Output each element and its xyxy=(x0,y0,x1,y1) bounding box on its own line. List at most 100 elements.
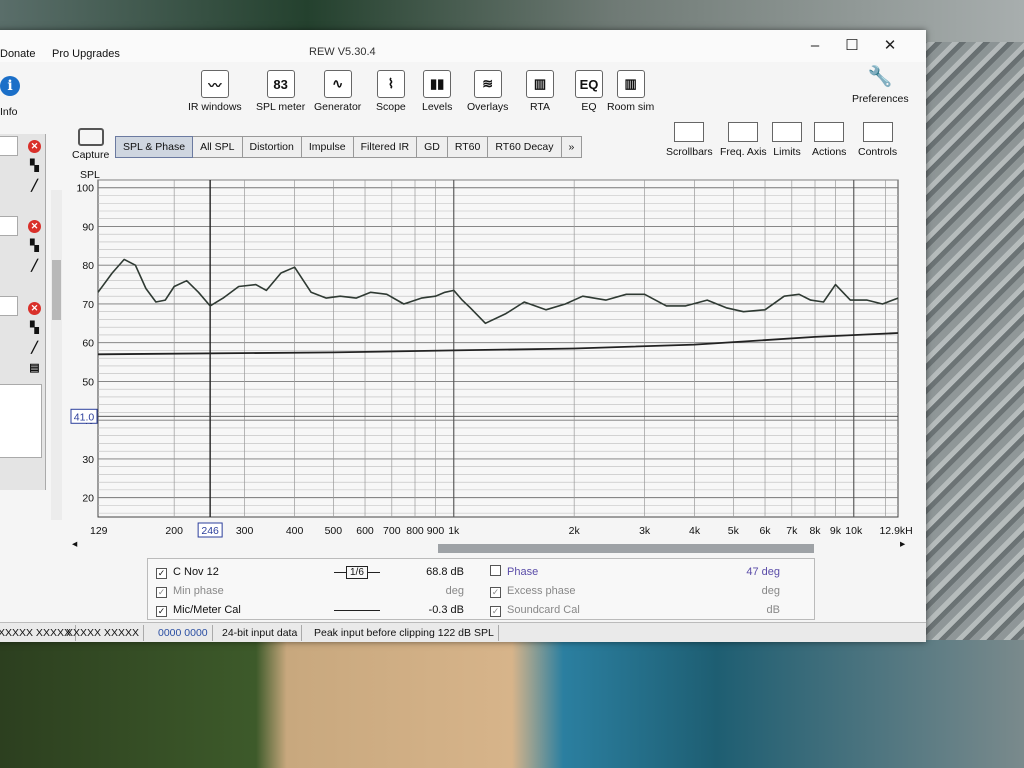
scroll-right-arrow[interactable]: ▸ xyxy=(900,538,906,550)
legend-row-phase: Phase 47 deg xyxy=(490,563,780,581)
smoothing-indicator[interactable]: 1/6 xyxy=(334,563,380,582)
x-tick-label: 800 xyxy=(406,525,424,537)
remove-measurement-icon[interactable]: ✕ xyxy=(28,140,41,153)
document-icon[interactable]: ▤ xyxy=(28,362,41,375)
y-tick-label: 50 xyxy=(82,376,94,388)
panel-scrollbar[interactable] xyxy=(51,190,62,520)
measurement-slot[interactable] xyxy=(0,136,18,156)
x-tick-label: 129 xyxy=(90,525,108,537)
scrollbars-label: Scrollbars xyxy=(666,146,713,158)
x-tick-label: 4k xyxy=(689,525,701,537)
edit-notes-icon[interactable]: ╱ xyxy=(28,260,41,273)
legend-value-soundcard-cal: dB xyxy=(766,604,780,616)
tab-rt60[interactable]: RT60 xyxy=(447,136,489,158)
close-button[interactable]: ✕ xyxy=(875,36,905,56)
frequency-scrollbar-thumb[interactable] xyxy=(438,544,814,553)
scope-label: Scope xyxy=(376,101,406,113)
legend-row-mic-meter-cal: ✓ Mic/Meter Cal -0.3 dB xyxy=(156,601,476,619)
tab-distortion[interactable]: Distortion xyxy=(242,136,302,158)
limits-button[interactable]: Limits xyxy=(772,122,802,158)
toolbar-spl-meter-button[interactable]: 83 SPL meter xyxy=(256,70,305,113)
actions-button[interactable]: Actions xyxy=(812,122,846,158)
edit-notes-icon[interactable]: ╱ xyxy=(28,342,41,355)
tab-spl-phase[interactable]: SPL & Phase xyxy=(115,136,194,158)
peak-input-status: Peak input before clipping 122 dB SPL xyxy=(310,625,499,641)
tab-rt60-decay[interactable]: RT60 Decay xyxy=(488,136,562,158)
room-sim-label: Room sim xyxy=(607,101,655,113)
measurement-slot[interactable] xyxy=(0,296,18,316)
y-tick-label: 70 xyxy=(82,299,94,311)
toolbar-room-sim-button[interactable]: ▥ Room sim xyxy=(607,70,654,113)
remove-measurement-icon[interactable]: ✕ xyxy=(28,220,41,233)
checkbox-excess-phase[interactable]: ✓ xyxy=(490,587,501,598)
spl-meter-label: SPL meter xyxy=(256,101,306,113)
remove-measurement-icon[interactable]: ✕ xyxy=(28,302,41,315)
x-tick-label: 200 xyxy=(165,525,183,537)
menu-pro-upgrades[interactable]: Pro Upgrades xyxy=(52,48,120,60)
tab-[interactable]: » xyxy=(561,136,583,158)
toolbar-scope-button[interactable]: ⌇ Scope xyxy=(376,70,406,113)
levels-label: Levels xyxy=(422,101,453,113)
preferences-button[interactable]: 🔧 Preferences xyxy=(852,64,909,105)
legend-value-mic-meter-cal: -0.3 dB xyxy=(428,604,464,616)
freq-axis-label: Freq. Axis xyxy=(720,146,767,158)
maximize-button[interactable]: ☐ xyxy=(837,36,867,56)
counter-readout: 0000 0000 xyxy=(154,625,213,641)
save-measurement-icon[interactable]: ▚ xyxy=(28,240,41,253)
capture-label: Capture xyxy=(72,149,110,161)
capture-button[interactable]: Capture xyxy=(72,128,109,161)
checkbox-c-nov-12[interactable]: ✓ xyxy=(156,568,167,579)
legend-label-min-phase: Min phase xyxy=(173,585,224,597)
freq-axis-button[interactable]: Freq. Axis xyxy=(720,122,767,158)
y-tick-label: 90 xyxy=(82,221,94,233)
legend-label-mic-meter-cal: Mic/Meter Cal xyxy=(173,604,241,616)
toolbar-eq-button[interactable]: EQ EQ xyxy=(575,70,603,113)
save-measurement-icon[interactable]: ▚ xyxy=(28,160,41,173)
toolbar-generator-button[interactable]: ∿ Generator xyxy=(314,70,361,113)
info-icon[interactable]: i xyxy=(0,76,20,96)
controls-button[interactable]: Controls xyxy=(858,122,897,158)
measurement-slot[interactable] xyxy=(0,216,18,236)
edit-notes-icon[interactable]: ╱ xyxy=(28,180,41,193)
limits-label: Limits xyxy=(773,146,801,158)
toolbar-ir-windows-button[interactable]: 〰 IR windows xyxy=(188,70,242,113)
checkbox-min-phase[interactable]: ✓ xyxy=(156,587,167,598)
checkbox-phase[interactable] xyxy=(490,565,501,576)
checkbox-mic-meter-cal[interactable]: ✓ xyxy=(156,606,167,617)
x-tick-label: 1k xyxy=(448,525,460,537)
cal-line-indicator xyxy=(334,610,380,611)
rta-icon: ▥ xyxy=(526,70,554,98)
menu-donate[interactable]: Donate xyxy=(0,48,35,60)
tab-impulse[interactable]: Impulse xyxy=(301,136,354,158)
preferences-label: Preferences xyxy=(852,93,909,105)
checkbox-soundcard-cal[interactable]: ✓ xyxy=(490,606,501,617)
legend-row-excess-phase: ✓ Excess phase deg xyxy=(490,582,780,600)
tab-filtered-ir[interactable]: Filtered IR xyxy=(353,136,418,158)
x-tick-label: 900 xyxy=(427,525,445,537)
scroll-left-arrow[interactable]: ◂ xyxy=(72,538,78,550)
scrollbar-thumb[interactable] xyxy=(52,260,61,320)
toolbar-rta-button[interactable]: ▥ RTA xyxy=(526,70,554,113)
toolbar-overlays-button[interactable]: ≋ Overlays xyxy=(467,70,508,113)
window-title: REW V5.30.4 xyxy=(309,46,376,58)
ir-windows-icon: 〰 xyxy=(200,70,229,98)
input-meter-b: XXXXX XXXXX xyxy=(62,625,144,641)
notes-box[interactable] xyxy=(0,384,42,458)
x-tick-label: 8k xyxy=(809,525,821,537)
x-tick-label: 9k xyxy=(830,525,842,537)
toolbar-levels-button[interactable]: ▮▮ Levels xyxy=(422,70,452,113)
x-tick-label: 5k xyxy=(728,525,740,537)
tab-all-spl[interactable]: All SPL xyxy=(193,136,243,158)
limits-icon xyxy=(772,122,802,142)
legend-row-min-phase: ✓ Min phase deg xyxy=(156,582,476,600)
info-label: Info xyxy=(0,106,18,118)
minimize-button[interactable]: – xyxy=(800,36,830,56)
tab-gd[interactable]: GD xyxy=(417,136,448,158)
scrollbars-button[interactable]: Scrollbars xyxy=(666,122,713,158)
y-tick-label: 60 xyxy=(82,338,94,350)
spl-phase-graph[interactable]: 1009080706050403020SPL129200300400500600… xyxy=(70,168,918,551)
rew-window: Donate Pro Upgrades REW V5.30.4 – ☐ ✕ i … xyxy=(0,30,926,642)
y-tick-label: 20 xyxy=(82,493,94,505)
save-measurement-icon[interactable]: ▚ xyxy=(28,322,41,335)
cursor-y-readout: 41.0 xyxy=(74,411,95,423)
